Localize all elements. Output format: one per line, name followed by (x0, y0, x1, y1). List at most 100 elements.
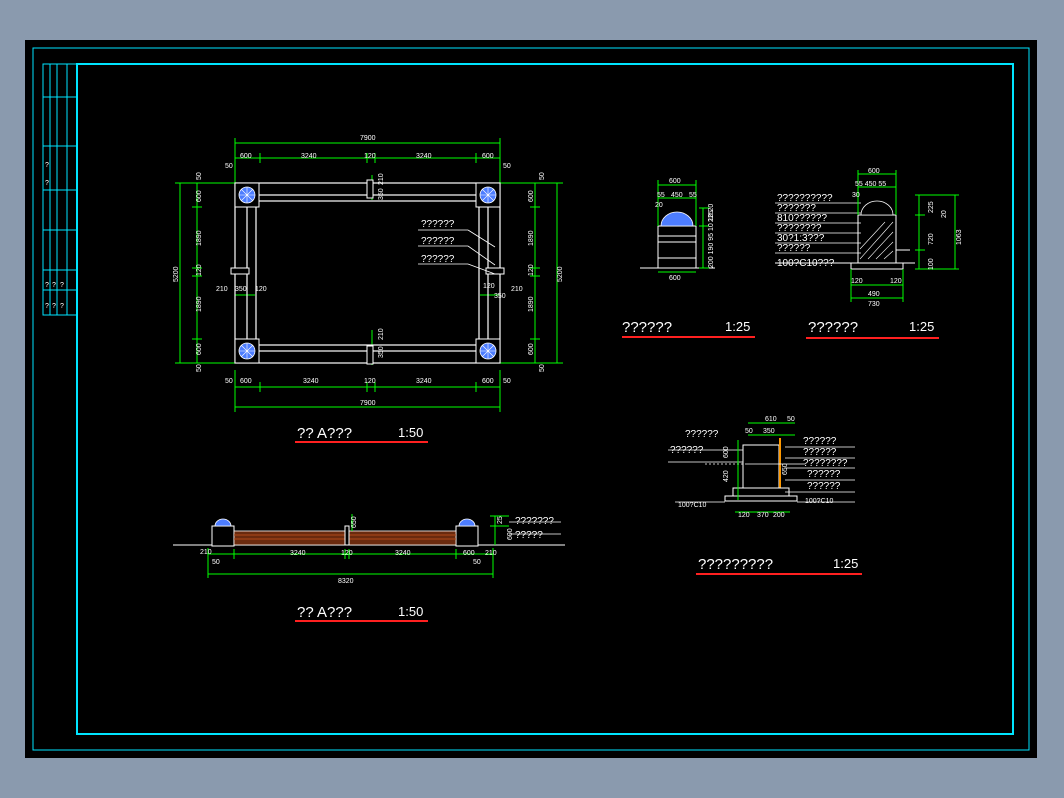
detail-b-right-100: 100 (928, 258, 935, 270)
detail-c-bottom-200: 200 (773, 512, 785, 519)
detail-c-left-foot: 100?C10 (678, 502, 707, 509)
tb-mark-7: ? (52, 303, 56, 310)
detail-b-bottom-120b: 120 (890, 278, 902, 285)
plan-top-overall: 7900 (360, 135, 376, 142)
detail-b-bottom-490: 490 (868, 291, 880, 298)
tb-mark-5: ? (60, 282, 64, 289)
plan-left-seg-2: 1890 (196, 230, 203, 246)
detail-c-right-foot: 100?C10 (805, 498, 834, 505)
detail-b-title: ?????? (808, 319, 858, 336)
detail-c-right-callout-2: ?????? (803, 447, 837, 458)
detail-c-scale: 1:25 (833, 556, 858, 571)
detail-c-side-420: 420 (723, 470, 730, 482)
plan-wall-210-b: 210 (511, 286, 523, 293)
detail-a-sub-55a: 55 (657, 192, 665, 199)
detail-b-right-20: 20 (941, 210, 948, 218)
detail-a-sub-20: 20 (655, 202, 663, 209)
detail-c-right-callout-1: ?????? (803, 436, 837, 447)
tb-mark-3: ? (45, 282, 49, 289)
plan-left-overall: 5200 (173, 266, 180, 282)
plan-left-seg-4: 1890 (196, 296, 203, 312)
detail-a-right-stack: 200 190 95 10 10 20 (708, 204, 715, 268)
plan-callout-2: ?????? (421, 236, 455, 247)
elev-right-600: 600 (463, 550, 475, 557)
plan-left-edge-top: 50 (196, 172, 203, 180)
plan-bottom-seg-4: 3240 (416, 378, 432, 385)
elev-left-50: 50 (212, 559, 220, 566)
plan-top-seg-1: 600 (240, 153, 252, 160)
pillar-top-right (475, 182, 501, 208)
detail-b-right-1063: 1063 (956, 229, 963, 245)
plan-scale: 1:50 (398, 425, 423, 440)
pillar-bottom-right (475, 338, 501, 364)
elev-height-650: 650 (351, 516, 358, 528)
plan-notch-210-bottom: 210 (378, 328, 385, 340)
detail-a-width-bottom: 600 (669, 275, 681, 282)
detail-c-title: ????????? (698, 556, 773, 573)
detail-c-left-callout-2: ?????? (670, 445, 704, 456)
plan-wall-120-a: 120 (255, 286, 267, 293)
plan-wall-350-b: 350 (494, 293, 506, 300)
plan-left-edge-bottom: 50 (196, 364, 203, 372)
detail-a-title: ?????? (622, 319, 672, 336)
detail-a-width-top: 600 (669, 178, 681, 185)
detail-b-layer-7: 100?C10??? (777, 258, 835, 269)
plan-right-seg-5: 600 (528, 343, 535, 355)
plan-top-seg-3: 120 (364, 153, 376, 160)
detail-c-bottom-370: 370 (757, 512, 769, 519)
detail-b-right-225: 225 (928, 201, 935, 213)
plan-left-seg-5: 600 (196, 343, 203, 355)
pillar-top-left (234, 182, 260, 208)
detail-b-sub-top: 55 450 55 (855, 181, 886, 188)
plan-left-seg-1: 600 (196, 190, 203, 202)
detail-a-sub-450: 450 (671, 192, 683, 199)
elev-left-210: 210 (200, 549, 212, 556)
detail-b-sub-30: 30 (852, 192, 860, 199)
tb-mark-1: ? (45, 162, 49, 169)
elevation-scale: 1:50 (398, 604, 423, 619)
outer-frame (32, 47, 1030, 751)
plan-bottom-seg-5: 600 (482, 378, 494, 385)
plan-top-seg-4: 3240 (416, 153, 432, 160)
plan-right-edge-bottom: 50 (539, 364, 546, 372)
tb-mark-8: ? (60, 303, 64, 310)
title-block (42, 63, 78, 316)
plan-wall-350-a: 350 (235, 286, 247, 293)
plan-right-overall: 5200 (557, 266, 564, 282)
detail-c-bottom-120: 120 (738, 512, 750, 519)
corner-pillars (230, 179, 505, 365)
plan-notch-350-top: 350 (378, 188, 385, 200)
detail-b-scale: 1:25 (909, 319, 934, 334)
elev-seg-1: 3240 (290, 550, 306, 557)
elev-callout-2: ????? (515, 530, 543, 541)
elev-seg-3: 3240 (395, 550, 411, 557)
tb-mark-4: ? (52, 282, 56, 289)
plan-bottom-seg-2: 3240 (303, 378, 319, 385)
elev-overall: 8320 (338, 578, 354, 585)
detail-b: 600 55 450 55 30 ?????????? ??????? 810?… (775, 168, 963, 339)
plan-callout-3: ?????? (421, 254, 455, 265)
elev-right-50: 50 (473, 559, 481, 566)
elev-seg-2: 120 (341, 550, 353, 557)
detail-c: 610 50 50 350 ?????? ?????? ?????? ?????… (668, 416, 862, 575)
detail-c-right-callout-4: ?????? (807, 469, 841, 480)
detail-c-top-610: 610 (765, 416, 777, 423)
plan-left-seg-3: 120 (196, 264, 203, 276)
elev-callout-1: ??????? (515, 516, 554, 527)
plan-callout-1: ?????? (421, 219, 455, 230)
plan-bottom-edge-left: 50 (225, 378, 233, 385)
plan-bottom-seg-3: 120 (364, 378, 376, 385)
plan-right-seg-4: 1890 (528, 296, 535, 312)
plan-top-seg-2: 3240 (301, 153, 317, 160)
elev-height-25: 25 (497, 516, 504, 524)
drawing-sheet: ? ? ? ? ? ? ? ? ?????? ?????? ?????? 790… (32, 47, 1030, 751)
cad-drawing-canvas: ? ? ? ? ? ? ? ? ?????? ?????? ?????? 790… (25, 40, 1037, 758)
plan-bottom-edge-right: 50 (503, 378, 511, 385)
plan-wall-120-b: 120 (483, 283, 495, 290)
pillar-bottom-left (234, 338, 260, 364)
elev-right-210: 210 (485, 550, 497, 557)
detail-b-layer-6: ?????? (777, 243, 811, 254)
plan-view: ?????? ?????? ?????? 7900 600 3240 120 3… (173, 135, 564, 443)
plan-right-seg-2: 1890 (528, 230, 535, 246)
elev-height-600: 600 (507, 528, 514, 540)
